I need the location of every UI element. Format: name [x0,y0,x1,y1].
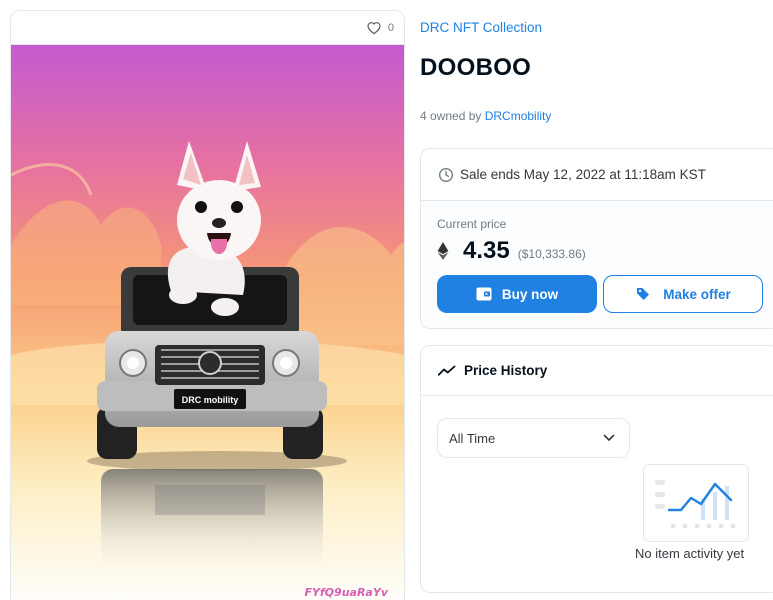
buy-now-label: Buy now [501,286,559,302]
chevron-down-icon [603,434,615,442]
ethereum-icon [437,242,449,260]
empty-chart-illustration [643,464,749,542]
nft-media-card: 0 DRC mobility FYfQ9uaRaYv [10,10,405,600]
nft-artwork: DRC mobility [11,45,404,600]
owner-line: 4 owned by DRCmobility [420,109,551,123]
time-range-value: All Time [449,430,496,446]
heart-icon[interactable] [366,20,382,36]
price-history-header[interactable]: Price History [421,346,773,396]
wallet-icon [476,287,492,301]
sale-panel: Sale ends May 12, 2022 at 11:18am KST Cu… [420,148,773,329]
price-history-panel: Price History All Time No item activity … [420,345,773,593]
trending-icon [438,365,456,376]
buy-now-button[interactable]: Buy now [437,275,597,313]
price-section: Current price 4.35 ($10,333.86) Buy now … [421,201,773,328]
make-offer-label: Make offer [663,286,731,302]
no-activity-text: No item activity yet [635,546,745,561]
price-usd: ($10,333.86) [517,247,586,261]
time-range-select[interactable]: All Time [437,418,630,458]
nft-image[interactable]: DRC mobility FYfQ9uaRaYv [11,45,404,600]
page-title: DOOBOO [420,54,532,81]
owner-link[interactable]: DRCmobility [485,109,552,123]
collection-link[interactable]: DRC NFT Collection [420,20,542,35]
sale-ends-text: Sale ends May 12, 2022 at 11:18am KST [460,167,706,182]
clock-icon [439,167,453,182]
favorite-count: 0 [387,21,394,34]
plate-text: DRC mobility [182,395,239,405]
sale-countdown: Sale ends May 12, 2022 at 11:18am KST [421,149,773,201]
price-history-title: Price History [464,363,548,378]
tag-icon [637,288,650,300]
make-offer-button[interactable]: Make offer [603,275,763,313]
price-row: 4.35 ($10,333.86) [437,237,773,265]
media-header: 0 [11,11,404,45]
price-value: 4.35 [463,237,510,264]
owned-prefix: 4 owned by [420,109,485,123]
image-watermark: FYfQ9uaRaYv [304,586,388,599]
price-label: Current price [437,217,507,231]
